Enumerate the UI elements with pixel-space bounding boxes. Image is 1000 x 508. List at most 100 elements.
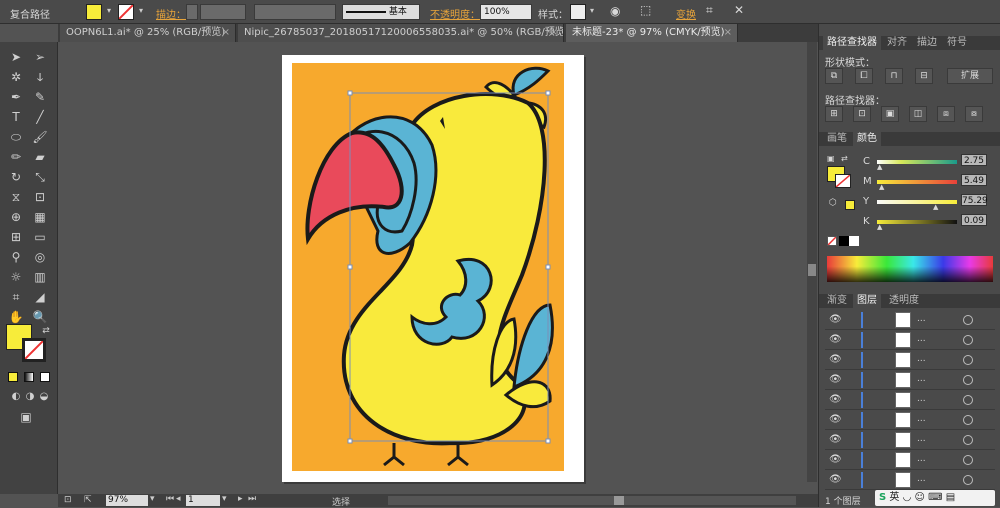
tab-pathfinder[interactable]: 路径查找器: [823, 36, 881, 50]
selection-tool-icon[interactable]: ➤: [6, 48, 26, 66]
shape-builder-icon[interactable]: ⊕: [6, 208, 26, 226]
divide-icon[interactable]: ⊞: [825, 106, 843, 122]
stroke-weight-stepper[interactable]: [186, 4, 198, 20]
trim-icon[interactable]: ⊡: [853, 106, 871, 122]
eye-icon[interactable]: 👁: [829, 414, 842, 425]
black-slider[interactable]: [877, 220, 957, 224]
magic-wand-icon[interactable]: ✲: [6, 68, 26, 86]
gradient-mode-icon[interactable]: [24, 372, 34, 382]
brush-definition-field[interactable]: 基本: [342, 4, 420, 20]
pencil-tool-icon[interactable]: ✏: [6, 148, 26, 166]
scale-tool-icon[interactable]: ⤡: [30, 168, 50, 186]
eye-icon[interactable]: 👁: [829, 454, 842, 465]
eyedropper-icon[interactable]: ⚲: [6, 248, 26, 266]
layer-row[interactable]: 👁...: [825, 350, 995, 370]
pen-tool-icon[interactable]: ✒: [6, 88, 26, 106]
eye-icon[interactable]: 👁: [829, 374, 842, 385]
export-icon[interactable]: ⇱: [84, 495, 92, 505]
slider-thumb-icon[interactable]: ▲: [879, 183, 884, 191]
gradient-tool-icon[interactable]: ▭: [30, 228, 50, 246]
line-tool-icon[interactable]: ╱: [30, 108, 50, 126]
yellow-value[interactable]: 75.29: [961, 194, 988, 206]
stroke-color-swatch[interactable]: [835, 174, 851, 188]
color-mode-icon[interactable]: [8, 372, 18, 382]
perspective-grid-icon[interactable]: ▦: [30, 208, 50, 226]
eye-icon[interactable]: 👁: [829, 314, 842, 325]
eye-icon[interactable]: 👁: [829, 474, 842, 485]
magenta-value[interactable]: 5.49: [961, 174, 987, 186]
paintbrush-icon[interactable]: 🖌: [30, 128, 50, 146]
black-swatch[interactable]: [839, 236, 849, 246]
layer-row[interactable]: 👁...: [825, 410, 995, 430]
target-icon[interactable]: [963, 395, 973, 405]
layer-row[interactable]: 👁...: [825, 470, 995, 490]
crop-icon[interactable]: ◫: [909, 106, 927, 122]
merge-icon[interactable]: ▣: [881, 106, 899, 122]
tab-symbols[interactable]: 符号: [943, 36, 971, 50]
slider-thumb-icon[interactable]: ▲: [877, 223, 882, 231]
ellipse-tool-icon[interactable]: ⬭: [6, 128, 26, 146]
cyan-slider[interactable]: [877, 160, 957, 164]
eye-icon[interactable]: 👁: [829, 334, 842, 345]
stroke-dropdown-icon[interactable]: ▾: [136, 6, 146, 16]
stroke-color-swatch[interactable]: [22, 338, 46, 362]
expand-button[interactable]: 扩展: [947, 68, 993, 84]
tab-align[interactable]: 对齐: [883, 36, 911, 50]
artboard-tool-icon[interactable]: ⌗: [6, 288, 26, 306]
tab-document-1[interactable]: OOPN6L1.ai* @ 25% (RGB/预览) ×: [60, 24, 236, 42]
default-colors-icon[interactable]: ▣: [827, 154, 837, 164]
none-color-icon[interactable]: [827, 236, 837, 246]
page-dropdown-icon[interactable]: ▾: [222, 494, 227, 504]
tab-transparency[interactable]: 透明度: [885, 294, 923, 308]
direct-selection-tool-icon[interactable]: ➢: [30, 48, 50, 66]
eraser-tool-icon[interactable]: ▰: [30, 148, 50, 166]
page-field[interactable]: 1: [186, 495, 220, 506]
close-icon[interactable]: ×: [550, 24, 558, 42]
eye-icon[interactable]: 👁: [829, 354, 842, 365]
style-dropdown-icon[interactable]: ▾: [587, 6, 597, 16]
width-tool-icon[interactable]: ⧖: [6, 188, 26, 206]
ime-keyboard-icon[interactable]: ⌨: [928, 492, 942, 503]
curvature-tool-icon[interactable]: ✎: [30, 88, 50, 106]
outline-icon[interactable]: ⧈: [937, 106, 955, 122]
zoom-dropdown-icon[interactable]: ▾: [150, 494, 155, 504]
style-swatch[interactable]: [570, 4, 586, 20]
canvas-area[interactable]: [58, 42, 817, 494]
close-icon[interactable]: ×: [724, 24, 732, 42]
slider-thumb-icon[interactable]: ▲: [877, 163, 882, 171]
horizontal-scrollbar[interactable]: [388, 496, 796, 505]
zoom-field[interactable]: 97%: [106, 495, 148, 506]
first-page-icon[interactable]: ⏮: [166, 494, 174, 504]
gamut-swatch[interactable]: [845, 200, 855, 210]
ime-punctuation-icon[interactable]: ◡: [903, 492, 912, 503]
magenta-slider[interactable]: [877, 180, 957, 184]
none-mode-icon[interactable]: [40, 372, 50, 382]
artboard[interactable]: [282, 55, 584, 482]
stroke-swatch[interactable]: [118, 4, 134, 20]
tab-stroke[interactable]: 描边: [913, 36, 941, 50]
lasso-icon[interactable]: ↆ: [30, 68, 50, 86]
ime-emoji-icon[interactable]: ☺: [915, 492, 925, 503]
tab-document-3[interactable]: 未标题-23* @ 97% (CMYK/预览) ×: [566, 24, 738, 42]
opacity-field[interactable]: 100%: [480, 4, 532, 20]
vertical-scrollbar[interactable]: [807, 42, 817, 482]
tab-color[interactable]: 颜色: [853, 132, 881, 146]
align-icon[interactable]: ⬚: [640, 3, 651, 17]
fill-dropdown-icon[interactable]: ▾: [104, 6, 114, 16]
target-icon[interactable]: [963, 475, 973, 485]
recolor-icon[interactable]: ◉: [610, 4, 620, 18]
color-spectrum[interactable]: [827, 256, 993, 282]
cyan-value[interactable]: 2.75: [961, 154, 987, 166]
artboard-nav-icon[interactable]: ⊡: [64, 495, 72, 505]
target-icon[interactable]: [963, 415, 973, 425]
target-icon[interactable]: [963, 355, 973, 365]
isolate-icon[interactable]: ⌗: [706, 3, 713, 18]
target-icon[interactable]: [963, 455, 973, 465]
ime-language-label[interactable]: 英: [889, 492, 899, 503]
eye-icon[interactable]: 👁: [829, 394, 842, 405]
screen-mode-icon[interactable]: ▣: [16, 408, 36, 426]
symbol-sprayer-icon[interactable]: ☼: [6, 268, 26, 286]
black-value[interactable]: 0.09: [961, 214, 987, 226]
swap-colors-icon[interactable]: ⇄: [36, 322, 56, 340]
layer-row[interactable]: 👁...: [825, 330, 995, 350]
